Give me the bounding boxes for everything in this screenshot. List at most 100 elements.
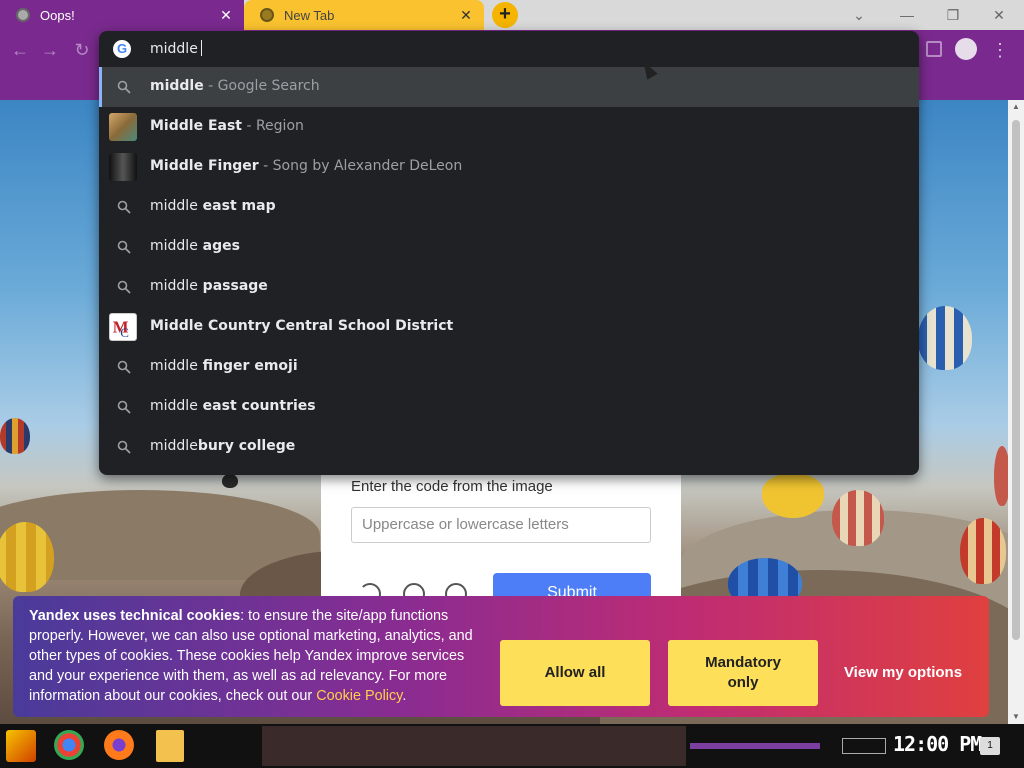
suggestion-row[interactable]: middle east map (99, 187, 919, 227)
suggestion-text: middle finger emoji (150, 358, 298, 374)
suggestion-rest: ages (197, 238, 240, 254)
scrollbar-thumb[interactable] (1012, 120, 1020, 640)
omnibox-input-row[interactable]: G middle (99, 31, 919, 67)
suggestion-row[interactable]: middle east countries (99, 387, 919, 427)
suggestion-row[interactable]: middle ages (99, 227, 919, 267)
restore-button[interactable]: ❐ (930, 0, 976, 30)
suggestion-match: middle (150, 238, 198, 254)
school-district-logo: MC (109, 313, 137, 341)
start-button[interactable] (6, 730, 36, 762)
suggestion-match: Middle (150, 318, 204, 334)
captcha-label: Enter the code from the image (351, 478, 553, 495)
tab-oops[interactable]: Oops! ✕ (0, 0, 244, 30)
forward-button[interactable]: → (40, 40, 60, 60)
suggestion-match: middle (150, 358, 198, 374)
firefox-taskbar-icon[interactable] (104, 730, 134, 760)
svg-text:C: C (120, 325, 129, 340)
suggestion-row[interactable]: middle - Google Search (99, 67, 919, 107)
new-tab-button[interactable]: + (492, 2, 518, 28)
search-icon (117, 280, 131, 294)
tab-title: New Tab (284, 7, 335, 23)
suggestion-row[interactable]: Middle East - Region (99, 107, 919, 147)
scroll-down-icon[interactable]: ▼ (1008, 710, 1024, 724)
omnibox-input[interactable]: middle (150, 40, 202, 57)
chrome-favicon-icon (260, 8, 274, 22)
notification-icon[interactable]: 1 (980, 737, 1000, 755)
taskbar-window[interactable] (262, 726, 686, 766)
search-icon (117, 200, 131, 214)
tab-favicon-icon (16, 8, 30, 22)
suggestion-rest: passage (197, 278, 268, 294)
system-tray-icons[interactable] (842, 738, 886, 754)
cookie-text: Yandex uses technical cookies: to ensure… (29, 606, 491, 706)
suggestion-text: middle - Google Search (150, 78, 320, 94)
hot-air-balloon (960, 518, 1006, 584)
chrome-taskbar-icon[interactable] (54, 730, 84, 760)
file-explorer-icon[interactable] (156, 730, 184, 762)
hot-air-balloon (918, 306, 972, 370)
suggestion-row[interactable]: middlebury college (99, 427, 919, 467)
cookie-heading: Yandex uses technical cookies (29, 608, 241, 624)
text-caret (200, 40, 202, 56)
page-scrollbar[interactable]: ▲ ▼ (1008, 100, 1024, 724)
cookie-banner: Yandex uses technical cookies: to ensure… (13, 596, 989, 717)
taskbar-clock[interactable]: 12:00 PM (893, 732, 982, 756)
back-button[interactable]: ← (10, 40, 30, 60)
suggestion-text: Middle East - Region (150, 118, 304, 134)
view-options-button[interactable]: View my options (828, 640, 978, 706)
profile-avatar-icon[interactable] (955, 38, 977, 60)
suggestion-rest: east map (197, 198, 276, 214)
hot-air-balloon (0, 418, 30, 454)
suggestion-text: Middle Finger - Song by Alexander DeLeon (150, 158, 462, 174)
suggestion-desc: - Song by Alexander DeLeon (258, 158, 463, 174)
suggestion-rest: finger emoji (197, 358, 298, 374)
suggestion-match: middle (150, 198, 198, 214)
suggestion-row[interactable]: Middle Finger - Song by Alexander DeLeon (99, 147, 919, 187)
hot-air-balloon (222, 474, 238, 488)
close-tab-icon[interactable]: ✕ (458, 7, 474, 23)
allow-all-button[interactable]: Allow all (500, 640, 650, 706)
minimize-button[interactable]: — (884, 0, 930, 30)
suggestion-text: middlebury college (150, 438, 295, 454)
taskbar-decoration (690, 743, 820, 749)
suggestion-text: middle ages (150, 238, 240, 254)
cookie-policy-link[interactable]: Cookie Policy (316, 688, 402, 704)
middle-finger-thumbnail (109, 153, 137, 181)
captcha-input[interactable]: Uppercase or lowercase letters (351, 507, 651, 543)
suggestion-text: middle east map (150, 198, 276, 214)
search-icon (117, 240, 131, 254)
mc-logo-icon: MC (113, 318, 129, 341)
suggestion-row[interactable]: middle passage (99, 267, 919, 307)
tab-new-tab[interactable]: New Tab ✕ (244, 0, 484, 30)
suggestion-row[interactable]: middle finger emoji (99, 347, 919, 387)
mandatory-only-button[interactable]: Mandatory only (668, 640, 818, 706)
suggestion-rest: east countries (197, 398, 316, 414)
omnibox-dropdown: G middle middle - Google Search Middle E… (99, 31, 919, 475)
hot-air-balloon (994, 446, 1008, 506)
suggestion-rest: East (203, 118, 242, 134)
tab-title: Oops! (40, 7, 75, 23)
search-icon (117, 440, 131, 454)
search-icon (117, 360, 131, 374)
hot-air-balloon (0, 522, 54, 592)
close-window-button[interactable]: ✕ (976, 0, 1022, 30)
cookie-end: . (402, 688, 407, 704)
reload-button[interactable]: ↻ (72, 40, 92, 60)
omnibox-query-text: middle (150, 41, 198, 57)
suggestion-rest: Country Central School District (203, 318, 454, 334)
scroll-up-icon[interactable]: ▲ (1008, 100, 1024, 114)
sidebar-icon[interactable] (926, 41, 942, 57)
tab-strip: Oops! ✕ New Tab ✕ + ⌄ — ❐ ✕ (0, 0, 1024, 30)
tab-search-icon[interactable]: ⌄ (836, 0, 882, 30)
suggestion-rest: Finger (203, 158, 259, 174)
suggestion-text: Middle Country Central School District (150, 318, 453, 334)
close-tab-icon[interactable]: ✕ (218, 7, 234, 23)
search-icon (117, 400, 131, 414)
menu-button[interactable]: ⋮ (990, 40, 1010, 60)
suggestion-row[interactable]: MC Middle Country Central School Distric… (99, 307, 919, 347)
taskbar: 12:00 PM 1 (0, 724, 1024, 768)
suggestion-match: middle (150, 438, 198, 454)
suggestion-text: middle passage (150, 278, 268, 294)
search-icon (117, 80, 131, 94)
suggestion-rest: bury college (197, 438, 296, 454)
